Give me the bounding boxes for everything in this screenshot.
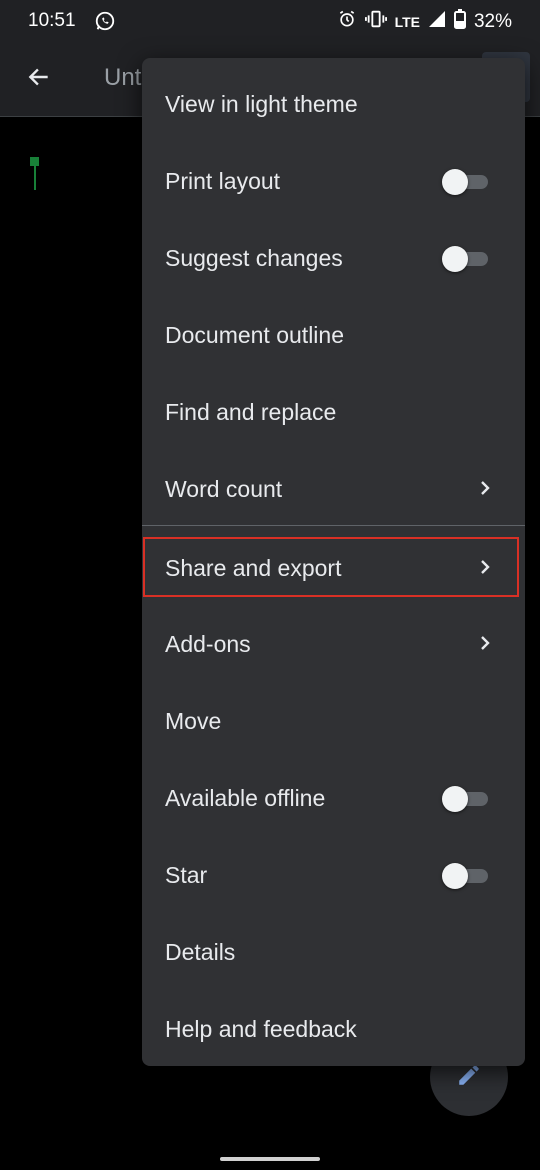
document-title[interactable]: Unt [104,64,141,92]
menu-item-document-outline[interactable]: Document outline [142,296,525,373]
signal-icon [428,10,446,34]
menu-item-label: View in light theme [165,91,358,117]
network-type: LTE [394,14,420,30]
menu-item-label: Document outline [165,322,344,348]
menu-item-label: Help and feedback [165,1016,357,1042]
alarm-icon [337,9,357,35]
status-time: 10:51 [28,10,76,31]
menu-item-suggest-changes[interactable]: Suggest changes [142,219,525,296]
suggest-changes-toggle[interactable] [442,246,488,272]
menu-divider [142,525,525,526]
menu-item-label: Word count [165,476,283,502]
print-layout-toggle[interactable] [442,169,488,195]
menu-item-print-layout[interactable]: Print layout [142,142,525,219]
text-cursor [34,162,36,190]
available-offline-toggle[interactable] [442,786,488,812]
menu-item-view-light-theme[interactable]: View in light theme [142,65,525,142]
menu-item-label: Available offline [165,785,326,811]
whatsapp-icon [94,10,116,38]
highlight-box [143,537,519,597]
home-indicator[interactable] [220,1157,320,1161]
menu-item-move[interactable]: Move [142,682,525,759]
menu-item-available-offline[interactable]: Available offline [142,759,525,836]
gesture-nav-bar [0,1150,540,1170]
menu-item-find-replace[interactable]: Find and replace [142,373,525,450]
menu-item-word-count[interactable]: Word count [142,450,525,527]
star-toggle[interactable] [442,863,488,889]
menu-item-label: Add-ons [165,631,251,657]
battery-icon [453,9,466,35]
status-bar: 10:51 LTE 32% [0,0,540,42]
chevron-right-icon [478,478,492,503]
menu-item-label: Details [165,939,236,965]
menu-item-help-feedback[interactable]: Help and feedback [142,990,525,1067]
menu-item-label: Star [165,862,208,888]
menu-item-label: Suggest changes [165,245,343,271]
vibrate-icon [364,9,387,35]
battery-percent: 32% [473,11,512,32]
menu-item-details[interactable]: Details [142,913,525,990]
menu-item-add-ons[interactable]: Add-ons [142,605,525,682]
menu-item-label: Find and replace [165,399,337,425]
menu-item-label: Print layout [165,168,281,194]
chevron-right-icon [478,633,492,658]
back-arrow-icon[interactable] [26,64,52,95]
menu-item-label: Move [165,708,222,734]
menu-item-star[interactable]: Star [142,836,525,913]
overflow-menu: View in light theme Print layout Suggest… [142,58,525,1066]
